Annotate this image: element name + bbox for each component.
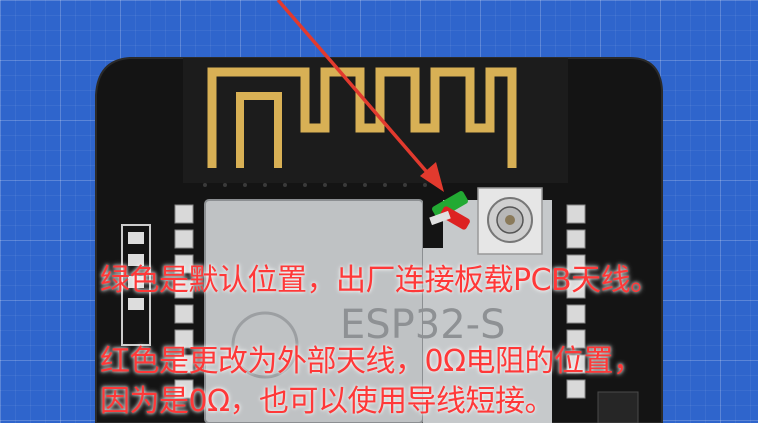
module-label: ESP32-S [340, 302, 506, 348]
caption-line-1: 绿色是默认位置，出厂连接板载PCB天线。 [100, 263, 660, 298]
bottom-right-component [597, 391, 639, 423]
photo: ESP32-S 绿色是默认位置，出厂连接板载PCB天线。 红色是更改为外部天线，… [0, 0, 758, 423]
caption-line-3: 因为是0Ω，也可以使用导线短接。 [100, 384, 555, 419]
ipex-connector [477, 187, 543, 255]
caption-line-2: 红色是更改为外部天线，0Ω电阻的位置， [100, 344, 643, 379]
